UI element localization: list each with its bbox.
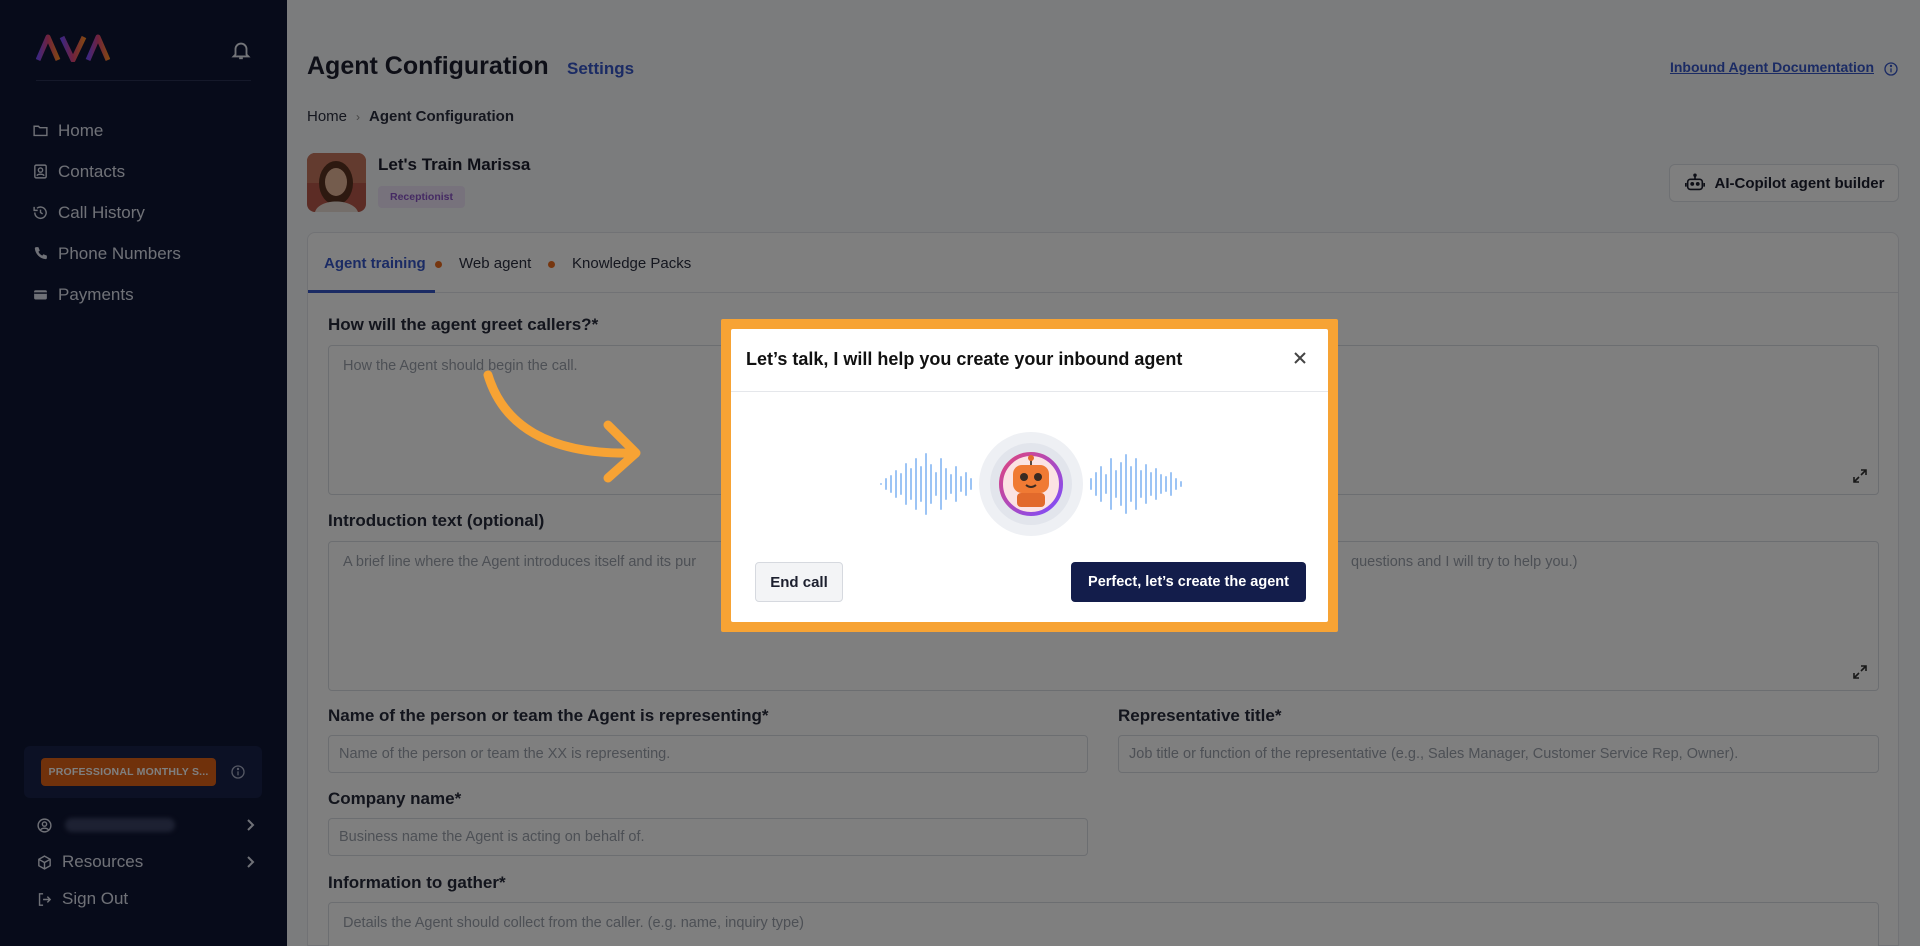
end-call-button[interactable]: End call xyxy=(755,562,843,602)
modal-divider xyxy=(731,391,1328,392)
voice-waveform xyxy=(880,432,1182,536)
modal-title: Let’s talk, I will help you create your … xyxy=(746,349,1183,369)
close-icon[interactable] xyxy=(1292,350,1308,366)
pointer-arrow-annotation xyxy=(483,370,641,483)
voice-agent-modal: Let’s talk, I will help you create your … xyxy=(731,329,1328,622)
create-agent-button[interactable]: Perfect, let’s create the agent xyxy=(1071,562,1306,602)
